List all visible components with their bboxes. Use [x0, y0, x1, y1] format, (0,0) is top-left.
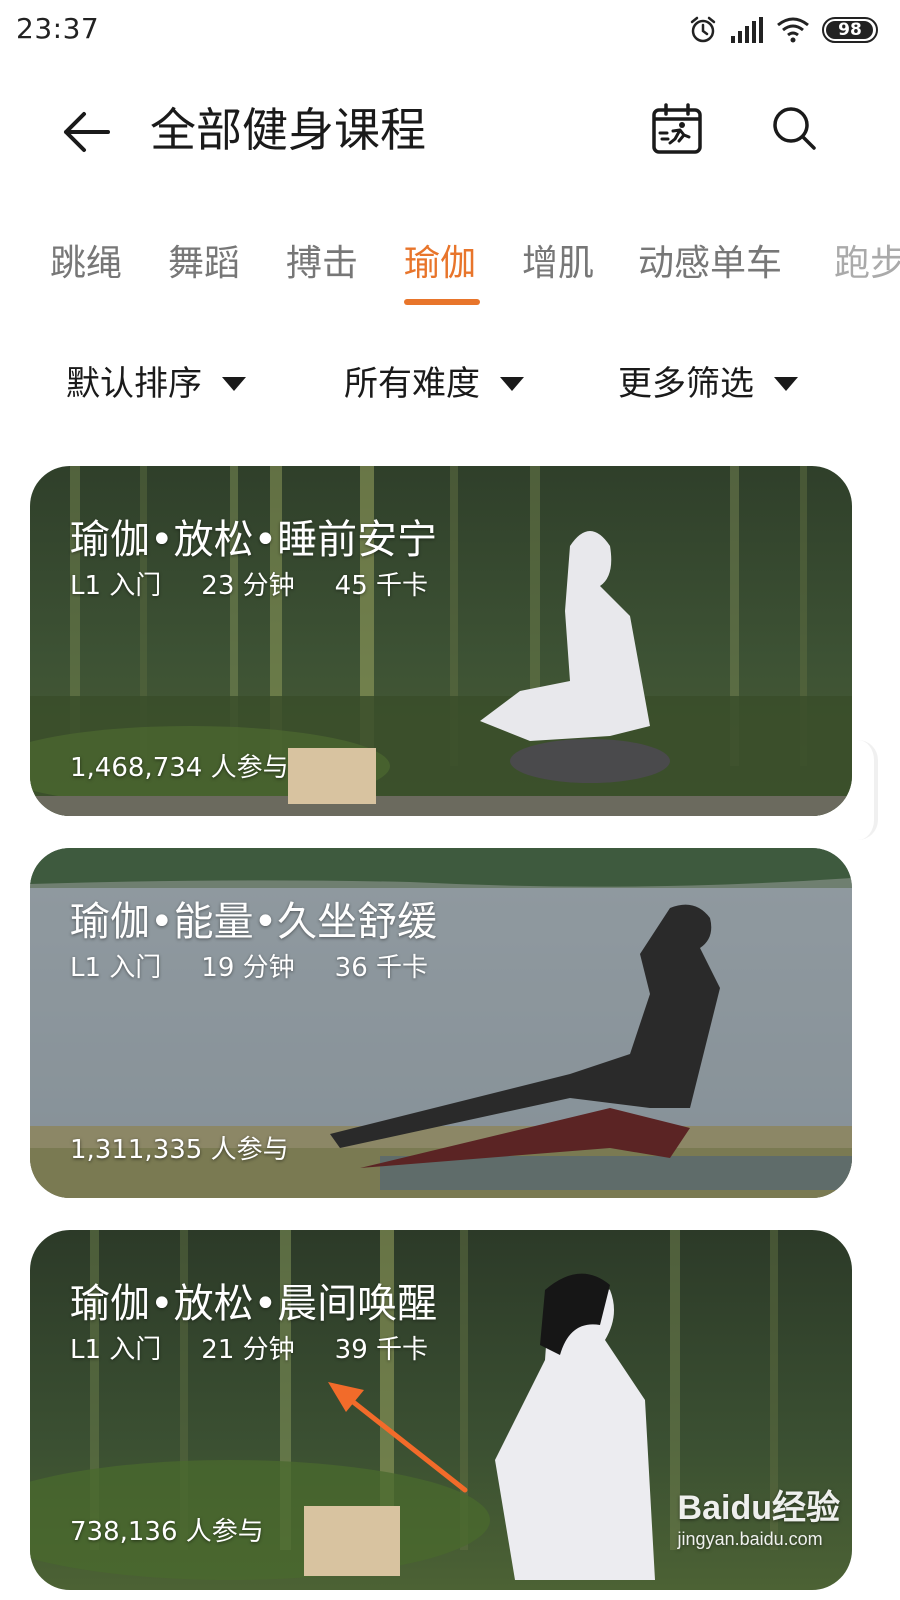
signal-icon [730, 16, 764, 44]
sort-filter[interactable]: 默认排序 [66, 356, 246, 412]
tab-boxing[interactable]: 搏击 [286, 236, 358, 292]
workout-calendar-button[interactable] [646, 98, 708, 160]
more-filter[interactable]: 更多筛选 [618, 356, 798, 412]
course-title: 瑜伽•放松•晨间唤醒 [70, 1281, 438, 1327]
course-level: L1 入门 [70, 571, 162, 601]
filter-bar: 默认排序 所有难度 更多筛选 [0, 356, 900, 416]
sort-filter-label: 默认排序 [66, 364, 202, 404]
course-card[interactable]: 瑜伽•放松•睡前安宁 L1 入门 23 分钟 45 千卡 1,468,734 人… [30, 466, 852, 816]
course-card[interactable]: 瑜伽•能量•久坐舒缓 L1 入门 19 分钟 36 千卡 1,311,335 人… [30, 848, 852, 1198]
more-filter-label: 更多筛选 [618, 364, 754, 404]
course-participants: 738,136 人参与 [70, 1517, 264, 1547]
tabs-scroll-fade [0, 236, 14, 296]
course-participants: 1,468,734 人参与 [70, 753, 289, 783]
tab-jump-rope[interactable]: 跳绳 [50, 236, 122, 292]
difficulty-filter[interactable]: 所有难度 [344, 356, 524, 412]
course-meta: L1 入门 21 分钟 39 千卡 [70, 1332, 428, 1368]
calendar-run-icon [652, 103, 702, 154]
tab-muscle-gain[interactable]: 增肌 [522, 236, 594, 292]
course-duration: 21 分钟 [201, 1335, 295, 1365]
arrow-left-icon [64, 112, 110, 152]
app-header: 全部健身课程 [0, 80, 900, 180]
status-time: 23:37 [16, 12, 100, 45]
course-meta: L1 入门 19 分钟 36 千卡 [70, 950, 428, 986]
search-button[interactable] [764, 98, 826, 160]
alarm-icon [688, 15, 718, 45]
tab-running[interactable]: 跑步 [834, 236, 900, 292]
course-title: 瑜伽•能量•久坐舒缓 [70, 899, 438, 945]
course-title: 瑜伽•放松•睡前安宁 [70, 517, 438, 563]
search-icon [773, 107, 816, 150]
course-calories: 36 千卡 [334, 953, 429, 983]
course-level: L1 入门 [70, 1335, 162, 1365]
course-participants: 1,311,335 人参与 [70, 1135, 289, 1165]
difficulty-filter-label: 所有难度 [344, 364, 480, 404]
scroll-edge-glow [858, 740, 878, 840]
tab-dance[interactable]: 舞蹈 [168, 236, 240, 292]
page-title: 全部健身课程 [150, 103, 426, 157]
back-button[interactable] [56, 102, 116, 162]
battery-icon: 98 [822, 17, 878, 43]
course-level: L1 入门 [70, 953, 162, 983]
watermark-url: jingyan.baidu.com [677, 1529, 823, 1549]
battery-level: 98 [838, 20, 862, 40]
course-duration: 19 分钟 [201, 953, 295, 983]
course-duration: 23 分钟 [201, 571, 295, 601]
tab-yoga[interactable]: 瑜伽 [404, 236, 476, 292]
course-meta: L1 入门 23 分钟 45 千卡 [70, 568, 428, 604]
active-tab-indicator [404, 299, 480, 305]
wifi-icon [776, 16, 810, 44]
status-icons: 98 [688, 14, 878, 46]
caret-down-icon [500, 377, 524, 391]
caret-down-icon [222, 377, 246, 391]
caret-down-icon [774, 377, 798, 391]
status-bar: 23:37 98 [0, 0, 900, 62]
course-calories: 39 千卡 [334, 1335, 429, 1365]
tab-spinning[interactable]: 动感单车 [638, 236, 782, 292]
course-calories: 45 千卡 [334, 571, 429, 601]
watermark-logo: Baidu经验 [677, 1489, 840, 1527]
baidu-jingyan-watermark: Baidu经验 jingyan.baidu.com [678, 1488, 840, 1550]
